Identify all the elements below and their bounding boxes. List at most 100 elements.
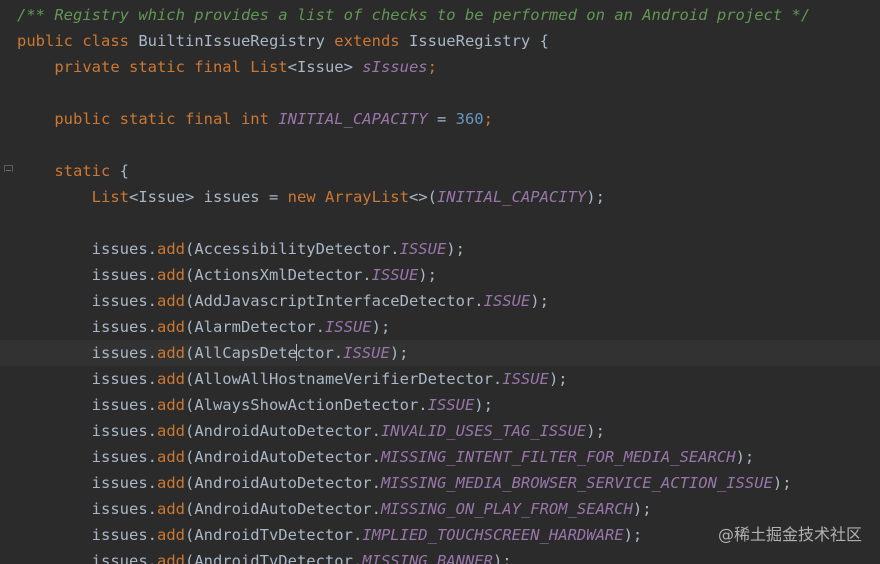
watermark: @稀土掘金技术社区 bbox=[717, 525, 862, 544]
code-token: ISSUE bbox=[324, 318, 372, 336]
code-token: (AndroidTvDetector. bbox=[184, 552, 363, 564]
code-token: add bbox=[156, 474, 185, 492]
code-token: <>( bbox=[408, 188, 437, 206]
code-token: List bbox=[91, 188, 129, 206]
code-token: INVALID_USES_TAG_ISSUE bbox=[380, 422, 587, 440]
code-token: add bbox=[156, 344, 185, 362]
code-token: BuiltinIssueRegistry bbox=[138, 32, 335, 50]
code-token: (AllowAllHostnameVerifierDetector. bbox=[184, 370, 503, 388]
code-token: ISSUE bbox=[502, 370, 549, 388]
code-token: ISSUE bbox=[399, 240, 447, 258]
code-token: issues. bbox=[17, 370, 157, 388]
code-line[interactable]: issues.add(ActionsXmlDetector.ISSUE); bbox=[17, 262, 437, 288]
code-line[interactable]: private static final List<Issue> sIssues… bbox=[17, 54, 437, 80]
code-token: private static final bbox=[17, 58, 251, 76]
code-token: issues. bbox=[17, 422, 157, 440]
code-token: issues. bbox=[17, 344, 157, 362]
code-token: issues. bbox=[17, 266, 157, 284]
code-token: ArrayList bbox=[324, 188, 409, 206]
code-line[interactable]: issues.add(AndroidAutoDetector.MISSING_M… bbox=[17, 470, 792, 496]
code-token: add bbox=[156, 526, 185, 544]
code-token: ctor. bbox=[296, 344, 344, 362]
code-token: 360 bbox=[455, 110, 484, 128]
code-line[interactable]: static { bbox=[17, 158, 129, 184]
code-token: add bbox=[156, 500, 185, 518]
code-line[interactable]: issues.add(AllowAllHostnameVerifierDetec… bbox=[17, 366, 568, 392]
code-token: (AndroidAutoDetector. bbox=[184, 474, 381, 492]
code-token: add bbox=[156, 240, 185, 258]
code-line[interactable]: issues.add(AndroidAutoDetector.INVALID_U… bbox=[17, 418, 605, 444]
code-token: ); bbox=[446, 240, 465, 258]
code-token: ); bbox=[735, 448, 755, 466]
code-token: ); bbox=[632, 500, 652, 518]
code-line[interactable]: issues.add(AccessibilityDetector.ISSUE); bbox=[17, 236, 465, 262]
code-token: issues. bbox=[17, 552, 157, 564]
code-token: add bbox=[156, 552, 185, 564]
code-token: (AlarmDetector. bbox=[184, 318, 325, 336]
code-line[interactable]: public class BuiltinIssueRegistry extend… bbox=[17, 28, 549, 54]
code-token: public static final int bbox=[17, 110, 279, 128]
code-token: add bbox=[156, 396, 185, 414]
code-token: (AlwaysShowActionDetector. bbox=[184, 396, 428, 414]
code-token: issues. bbox=[17, 526, 157, 544]
code-token: (AndroidAutoDetector. bbox=[184, 500, 381, 518]
code-token: ); bbox=[492, 552, 512, 564]
code-token: ISSUE bbox=[343, 344, 390, 362]
code-token: new bbox=[287, 188, 325, 206]
code-token: sIssues bbox=[362, 58, 428, 76]
code-token: issues. bbox=[17, 318, 157, 336]
code-token: ; bbox=[483, 110, 493, 128]
code-token: <Issue> issues = bbox=[128, 188, 288, 206]
code-editor[interactable]: /** Registry which provides a list of ch… bbox=[0, 0, 880, 564]
code-line[interactable]: issues.add(AndroidTvDetector.MISSING_BAN… bbox=[17, 548, 512, 564]
code-token: ); bbox=[418, 266, 437, 284]
code-token: add bbox=[156, 292, 185, 310]
code-token: ); bbox=[371, 318, 391, 336]
code-token: extends bbox=[334, 32, 409, 50]
code-token: IMPLIED_TOUCHSCREEN_HARDWARE bbox=[362, 526, 624, 544]
code-token: (AddJavascriptInterfaceDetector. bbox=[184, 292, 484, 310]
code-token: static bbox=[17, 162, 120, 180]
code-line-current[interactable]: issues.add(AllCapsDetector.ISSUE); bbox=[0, 340, 880, 366]
code-token: INITIAL_CAPACITY bbox=[278, 110, 428, 128]
code-token: INITIAL_CAPACITY bbox=[436, 188, 587, 206]
code-line[interactable]: issues.add(AddJavascriptInterfaceDetecto… bbox=[17, 288, 549, 314]
code-line[interactable]: public static final int INITIAL_CAPACITY… bbox=[17, 106, 493, 132]
code-line[interactable]: issues.add(AlarmDetector.ISSUE); bbox=[17, 314, 391, 340]
code-token: <Issue> bbox=[287, 58, 363, 76]
code-token: issues. bbox=[17, 448, 157, 466]
code-token: ISSUE bbox=[427, 396, 475, 414]
code-line[interactable]: List<Issue> issues = new ArrayList<>(INI… bbox=[17, 184, 605, 210]
code-token: issues. bbox=[17, 396, 157, 414]
code-token: MISSING_INTENT_FILTER_FOR_MEDIA_SEARCH bbox=[380, 448, 736, 466]
code-token: ); bbox=[548, 370, 568, 388]
code-token: (AndroidAutoDetector. bbox=[184, 448, 381, 466]
code-token: ); bbox=[623, 526, 643, 544]
code-token: issues. bbox=[17, 474, 157, 492]
fold-collapse-icon[interactable] bbox=[4, 165, 13, 176]
code-line[interactable]: issues.add(AndroidTvDetector.IMPLIED_TOU… bbox=[17, 522, 643, 548]
code-token: add bbox=[156, 318, 185, 336]
code-token: add bbox=[156, 422, 185, 440]
code-token: (AndroidTvDetector. bbox=[184, 526, 363, 544]
code-token: MISSING_ON_PLAY_FROM_SEARCH bbox=[380, 500, 633, 518]
code-token: (AccessibilityDetector. bbox=[184, 240, 400, 258]
code-token: add bbox=[156, 266, 185, 284]
code-token: ); bbox=[586, 422, 605, 440]
code-token: (AndroidAutoDetector. bbox=[184, 422, 381, 440]
code-token: issues. bbox=[17, 500, 157, 518]
code-token: ISSUE bbox=[483, 292, 531, 310]
code-token: add bbox=[156, 448, 185, 466]
code-token: (AllCapsDete bbox=[184, 344, 297, 362]
code-token: IssueRegistry { bbox=[408, 32, 549, 50]
code-token: ); bbox=[474, 396, 493, 414]
code-token: (ActionsXmlDetector. bbox=[184, 266, 372, 284]
code-line[interactable]: /** Registry which provides a list of ch… bbox=[17, 2, 810, 28]
code-line[interactable]: issues.add(AndroidAutoDetector.MISSING_I… bbox=[17, 444, 755, 470]
code-line[interactable]: issues.add(AlwaysShowActionDetector.ISSU… bbox=[17, 392, 493, 418]
code-token: ); bbox=[772, 474, 792, 492]
code-line[interactable]: issues.add(AndroidAutoDetector.MISSING_O… bbox=[17, 496, 652, 522]
code-token: add bbox=[156, 370, 185, 388]
code-token: public class bbox=[17, 32, 139, 50]
code-token: ; bbox=[427, 58, 437, 76]
